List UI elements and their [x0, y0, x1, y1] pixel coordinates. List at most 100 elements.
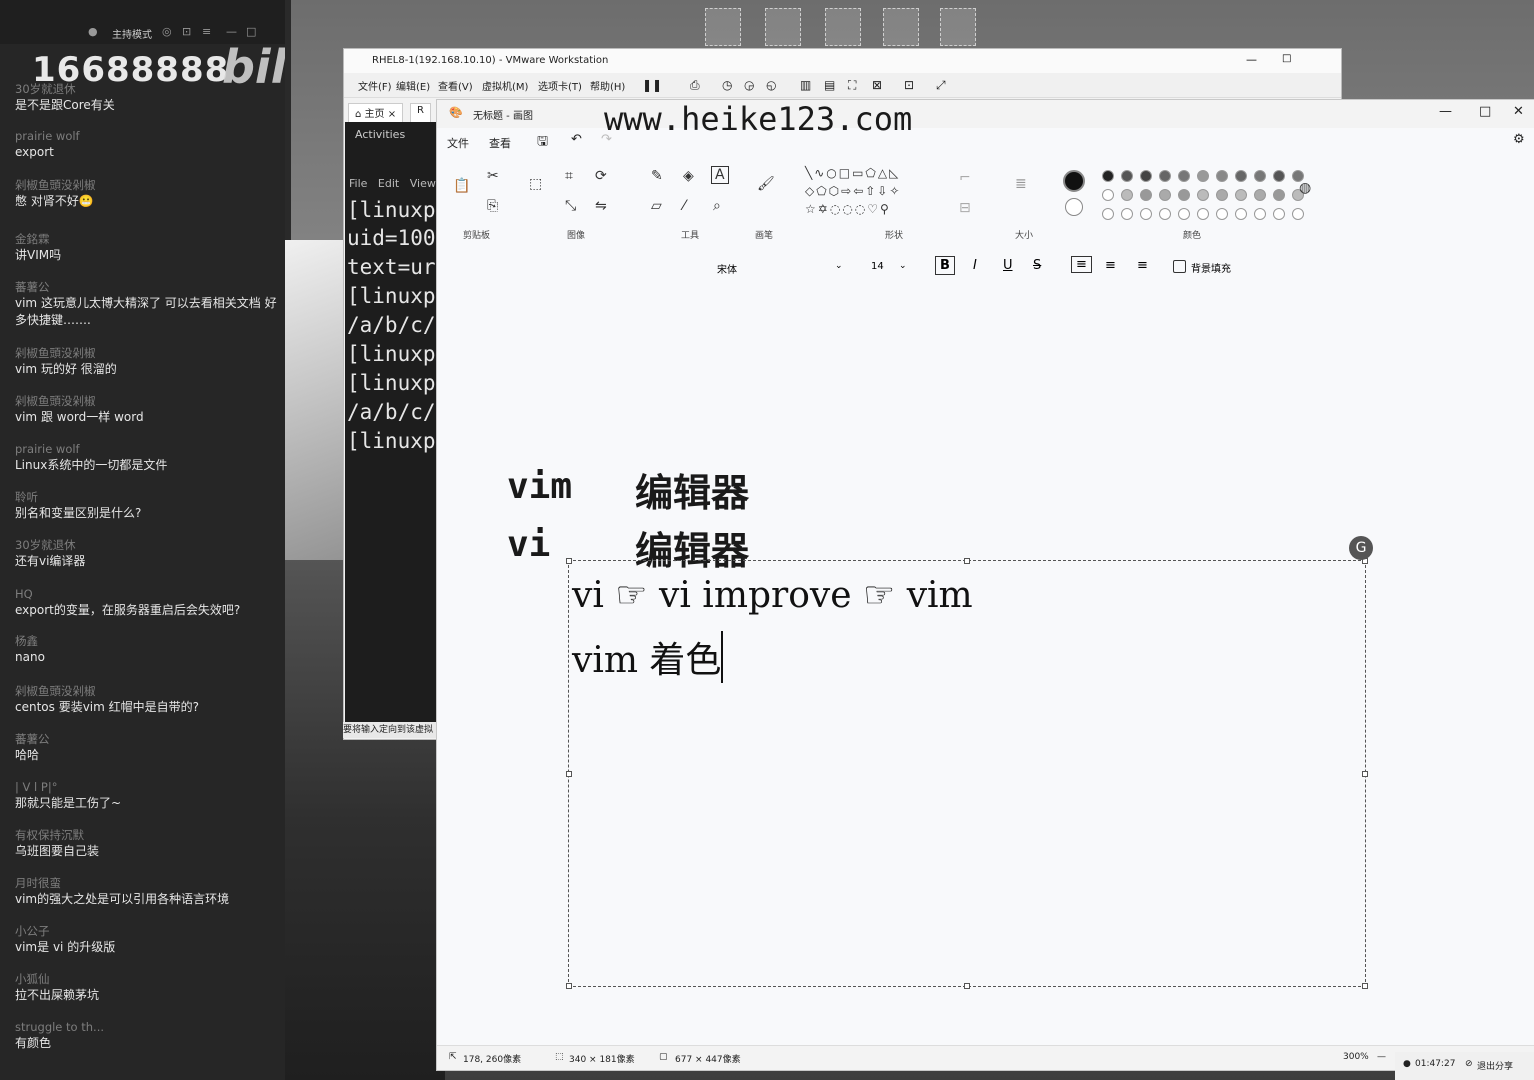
brush-icon[interactable]: 🖌 [757, 176, 775, 192]
shapes-row-2-icon[interactable]: ◇⬠⬡⇨⇦⇧⇩✧ [805, 184, 901, 198]
maximize-button[interactable]: □ [1282, 53, 1291, 64]
settings-icon[interactable]: ◎ [162, 25, 172, 38]
zoom-out-icon[interactable]: — [1377, 1052, 1386, 1062]
color-picker-icon[interactable]: ⁄ [683, 198, 685, 214]
palette-swatch[interactable] [1235, 208, 1247, 220]
align-right-button[interactable]: ≡ [1137, 258, 1148, 273]
size-dropdown-icon[interactable]: ⌄ [899, 261, 907, 271]
menu-file[interactable]: 文件 [447, 135, 469, 151]
bg-fill-checkbox[interactable] [1173, 260, 1186, 273]
palette-swatch[interactable] [1140, 189, 1152, 201]
palette-swatch[interactable] [1216, 208, 1228, 220]
palette-swatch[interactable] [1254, 208, 1266, 220]
minimize-button[interactable]: — [1439, 104, 1452, 119]
menu-icon[interactable]: ≡ [202, 25, 211, 38]
share-icon[interactable]: ⊡ [182, 25, 191, 38]
palette-swatch[interactable] [1140, 170, 1152, 182]
maximize-button[interactable]: □ [1479, 104, 1491, 119]
font-family-select[interactable]: 宋体 [717, 261, 737, 276]
shape-fill-icon[interactable]: ⊟ [959, 200, 971, 216]
desktop-shortcut-icon[interactable] [825, 8, 861, 46]
palette-swatch[interactable] [1102, 208, 1114, 220]
desktop-shortcut-icon[interactable] [940, 8, 976, 46]
palette-swatch[interactable] [1159, 170, 1171, 182]
library-icon[interactable]: ▥ [800, 78, 811, 92]
menu-tabs[interactable]: 选项卡(T) [538, 78, 582, 93]
crop-icon[interactable]: ⌗ [565, 168, 573, 184]
palette-swatch[interactable] [1292, 208, 1304, 220]
fullscreen-icon[interactable]: ⛶ [848, 78, 856, 93]
restore-snapshot-icon[interactable]: ◶ [744, 78, 754, 92]
palette-swatch[interactable] [1254, 189, 1266, 201]
cut-icon[interactable]: ✂ [487, 168, 499, 184]
desktop-shortcut-icon[interactable] [883, 8, 919, 46]
resize-handle[interactable] [566, 771, 572, 777]
magnifier-icon[interactable]: ⌕ [713, 198, 721, 214]
pause-icon[interactable]: ❚❚ [642, 78, 662, 92]
palette-swatch[interactable] [1273, 170, 1285, 182]
palette-swatch[interactable] [1235, 170, 1247, 182]
menu-view[interactable]: 查看 [489, 135, 511, 151]
minimize-icon[interactable]: — [226, 25, 237, 38]
palette-swatch[interactable] [1178, 189, 1190, 201]
unity-icon[interactable]: ⊠ [872, 78, 882, 92]
terminal-menu-file[interactable]: File [349, 177, 367, 190]
text-tool-icon[interactable]: A [711, 166, 729, 184]
palette-swatch[interactable] [1197, 208, 1209, 220]
copy-icon[interactable]: ⎘ [487, 198, 498, 214]
manage-snapshot-icon[interactable]: ◵ [766, 78, 776, 92]
palette-swatch[interactable] [1121, 208, 1133, 220]
palette-swatch[interactable] [1197, 189, 1209, 201]
exit-share-button[interactable]: 退出分享 [1477, 1059, 1513, 1072]
minimize-button[interactable]: — [1246, 53, 1257, 66]
vm-terminal[interactable]: Activities File Edit View [linuxp uid=100… [345, 122, 437, 722]
terminal-menu-edit[interactable]: Edit [378, 177, 399, 190]
select-icon[interactable]: ⬚ [529, 176, 542, 192]
palette-swatch[interactable] [1159, 189, 1171, 201]
palette-swatch[interactable] [1178, 208, 1190, 220]
palette-swatch[interactable] [1273, 189, 1285, 201]
grammarly-icon[interactable]: G [1349, 536, 1373, 560]
menu-edit[interactable]: 编辑(E) [396, 78, 430, 93]
palette-swatch[interactable] [1235, 189, 1247, 201]
send-keys-icon[interactable]: ⎙ [690, 78, 700, 93]
eraser-icon[interactable]: ▱ [651, 198, 662, 214]
font-dropdown-icon[interactable]: ⌄ [835, 261, 843, 271]
align-center-button[interactable]: ≡ [1105, 258, 1116, 273]
resize-icon[interactable]: ⤡ [565, 198, 576, 214]
desktop-shortcut-icon[interactable] [705, 8, 741, 46]
paste-icon[interactable]: 📋 [453, 178, 470, 194]
rotate-icon[interactable]: ⟳ [595, 168, 607, 184]
undo-icon[interactable]: ↶ [571, 132, 582, 147]
resize-handle[interactable] [566, 558, 572, 564]
bold-button[interactable]: B [935, 256, 955, 275]
palette-swatch[interactable] [1102, 170, 1114, 182]
console-icon[interactable]: ⊡ [904, 78, 914, 92]
shapes-row-3-icon[interactable]: ☆✡◌◌◌♡⚲ [805, 202, 891, 216]
outline-icon[interactable]: ⌐ [959, 170, 971, 186]
paint-canvas[interactable]: vim 编辑器 vi 编辑器 vi ☞ vi improve ☞ vim vim… [437, 290, 1534, 1035]
stretch-icon[interactable]: ⤢ [936, 78, 946, 93]
resize-handle[interactable] [1362, 771, 1368, 777]
palette-swatch[interactable] [1254, 170, 1266, 182]
palette-swatch[interactable] [1178, 170, 1190, 182]
palette-swatch[interactable] [1102, 189, 1114, 201]
flip-icon[interactable]: ⇋ [595, 198, 607, 214]
palette-swatch[interactable] [1140, 208, 1152, 220]
text-selection-box[interactable]: vi ☞ vi improve ☞ vim vim 着色 [566, 558, 1368, 989]
strikethrough-button[interactable]: S [1033, 258, 1041, 273]
palette-swatch[interactable] [1216, 189, 1228, 201]
fill-icon[interactable]: ◈ [683, 168, 694, 184]
activities-button[interactable]: Activities [355, 128, 405, 141]
snapshot-icon[interactable]: ◷ [722, 78, 732, 92]
palette-swatch[interactable] [1121, 170, 1133, 182]
menu-file[interactable]: 文件(F) [358, 78, 392, 93]
align-left-button[interactable]: ≡ [1071, 256, 1092, 273]
shapes-row-1-icon[interactable]: ╲∿○□▭⬠△◺ [805, 166, 900, 180]
italic-button[interactable]: I [973, 258, 977, 273]
palette-swatch[interactable] [1273, 208, 1285, 220]
menu-view[interactable]: 查看(V) [438, 78, 473, 93]
color-1-swatch[interactable] [1063, 170, 1085, 192]
menu-help[interactable]: 帮助(H) [590, 78, 625, 93]
underline-button[interactable]: U [1003, 258, 1013, 273]
